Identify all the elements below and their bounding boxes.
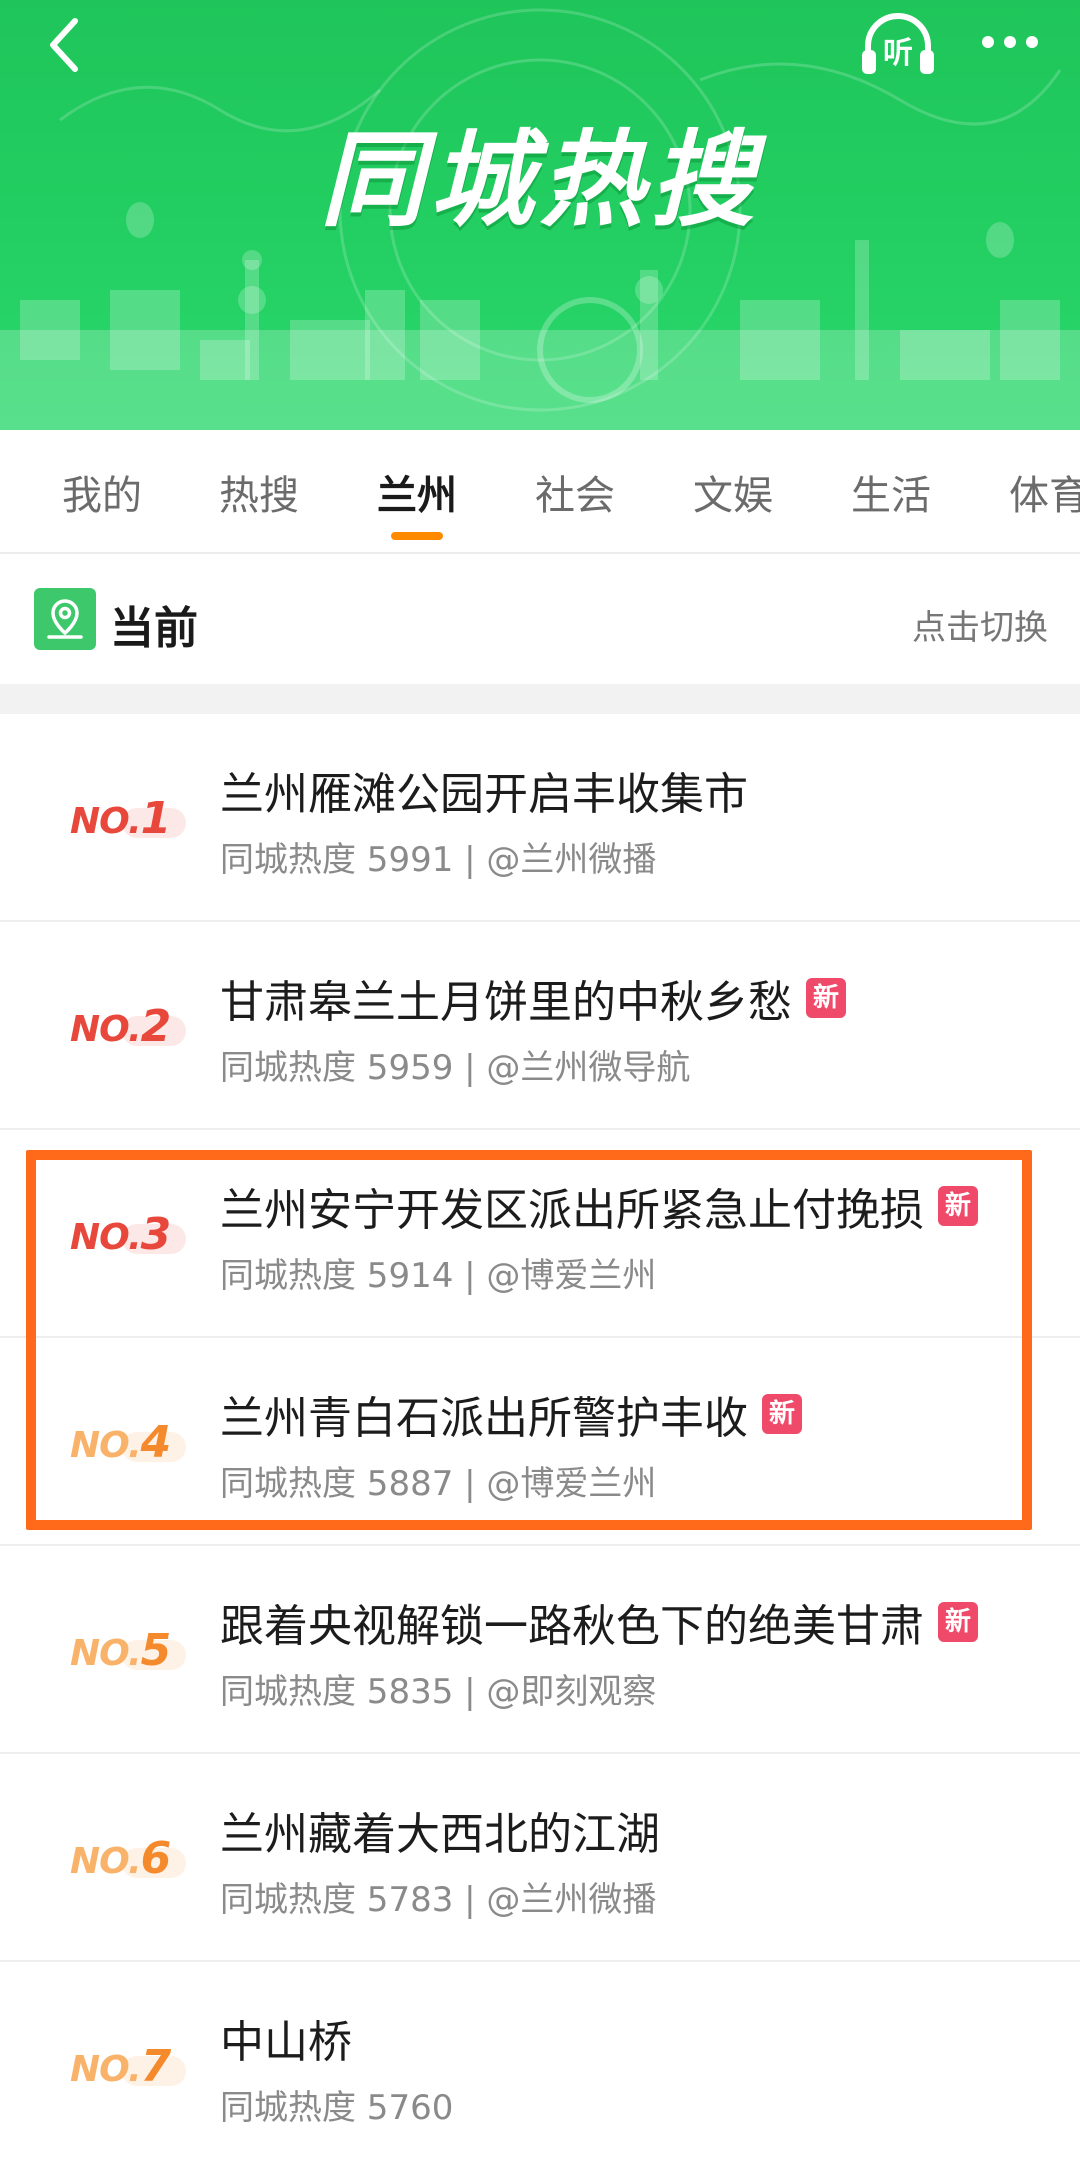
listen-label: 听 [883, 36, 913, 71]
list-item[interactable]: NO.2 甘肃皋兰土月饼里的中秋乡愁 新 同城热度 5959 | @兰州微导航 [0, 922, 1080, 1130]
rank-number: 7 [140, 2041, 172, 2092]
rank-label: NO.3 [70, 1208, 190, 1262]
rank-number: 6 [140, 1833, 172, 1884]
switch-location-link[interactable]: 点击切换 [912, 600, 1048, 649]
list-item[interactable]: NO.1 兰州雁滩公园开启丰收集市 同城热度 5991 | @兰州微播 [0, 714, 1080, 922]
rank-number: 4 [140, 1417, 172, 1468]
tab-lanzhou[interactable]: 兰州 [338, 430, 496, 552]
item-title: 兰州安宁开发区派出所紧急止付挽损 [220, 1185, 924, 1236]
rank-label: NO.1 [70, 792, 190, 846]
rank-prefix: NO. [70, 1633, 142, 1674]
page-title: 同城热搜 [319, 119, 760, 241]
new-badge: 新 [806, 978, 846, 1018]
rank-prefix: NO. [70, 801, 142, 842]
tab-entertainment[interactable]: 文娱 [654, 430, 812, 552]
rank-prefix: NO. [70, 1425, 142, 1466]
item-meta: 同城热度 5835 | @即刻观察 [220, 1672, 657, 1712]
rank-prefix: NO. [70, 1009, 142, 1050]
item-title: 中山桥 [220, 2017, 352, 2068]
location-label: 当前 [110, 603, 198, 654]
item-title-row: 兰州青白石派出所警护丰收 新 [220, 1382, 802, 1446]
tab-sports[interactable]: 体育 [970, 430, 1080, 552]
header-banner: 听 同城热搜 [0, 0, 1080, 430]
item-title-row: 兰州藏着大西北的江湖 [220, 1798, 660, 1862]
more-button[interactable] [970, 12, 1050, 72]
rank-label: NO.5 [70, 1624, 190, 1678]
rank-number: 5 [140, 1625, 172, 1676]
rank-number: 1 [140, 793, 172, 844]
list-item[interactable]: NO.3 兰州安宁开发区派出所紧急止付挽损 新 同城热度 5914 | @博爱兰… [0, 1130, 1080, 1338]
back-button[interactable] [30, 10, 100, 80]
item-title: 甘肃皋兰土月饼里的中秋乡愁 [220, 977, 792, 1028]
item-meta: 同城热度 5887 | @博爱兰州 [220, 1464, 657, 1504]
item-meta: 同城热度 5959 | @兰州微导航 [220, 1048, 691, 1088]
list-item[interactable]: NO.4 兰州青白石派出所警护丰收 新 同城热度 5887 | @博爱兰州 [0, 1338, 1080, 1546]
new-badge: 新 [938, 1602, 978, 1642]
rank-prefix: NO. [70, 1841, 142, 1882]
hot-search-list: NO.1 兰州雁滩公园开启丰收集市 同城热度 5991 | @兰州微播 NO.2… [0, 714, 1080, 2168]
tab-life[interactable]: 生活 [812, 430, 970, 552]
item-title-row: 跟着央视解锁一路秋色下的绝美甘肃 新 [220, 1590, 978, 1654]
rank-number: 3 [140, 1209, 172, 1260]
rank-label: NO.6 [70, 1832, 190, 1886]
tab-hot-search[interactable]: 热搜 [180, 430, 338, 552]
more-icon [982, 36, 1038, 48]
item-title: 跟着央视解锁一路秋色下的绝美甘肃 [220, 1601, 924, 1652]
location-pin-icon [34, 588, 96, 650]
item-title: 兰州雁滩公园开启丰收集市 [220, 769, 748, 820]
tab-society[interactable]: 社会 [496, 430, 654, 552]
back-icon [50, 18, 78, 72]
item-title: 兰州藏着大西北的江湖 [220, 1809, 660, 1860]
item-meta: 同城热度 5914 | @博爱兰州 [220, 1256, 657, 1296]
section-divider [0, 684, 1080, 714]
category-tabs: 我的 热搜 兰州 社会 文娱 生活 体育 [0, 430, 1080, 554]
rank-label: NO.4 [70, 1416, 190, 1470]
item-title-row: 甘肃皋兰土月饼里的中秋乡愁 新 [220, 966, 846, 1030]
rank-number: 2 [140, 1001, 172, 1052]
item-title: 兰州青白石派出所警护丰收 [220, 1393, 748, 1444]
new-badge: 新 [938, 1186, 978, 1226]
item-meta: 同城热度 5783 | @兰州微播 [220, 1880, 657, 1920]
rank-label: NO.2 [70, 1000, 190, 1054]
current-location-row: 当前 点击切换 [0, 556, 1080, 684]
item-title-row: 兰州雁滩公园开启丰收集市 [220, 758, 748, 822]
item-meta: 同城热度 5991 | @兰州微播 [220, 840, 657, 880]
item-meta: 同城热度 5760 [220, 2088, 454, 2128]
list-item[interactable]: NO.5 跟着央视解锁一路秋色下的绝美甘肃 新 同城热度 5835 | @即刻观… [0, 1546, 1080, 1754]
rank-label: NO.7 [70, 2040, 190, 2094]
list-item[interactable]: NO.6 兰州藏着大西北的江湖 同城热度 5783 | @兰州微播 [0, 1754, 1080, 1962]
rank-prefix: NO. [70, 2049, 142, 2090]
list-item[interactable]: NO.7 中山桥 同城热度 5760 [0, 1962, 1080, 2168]
tab-mine[interactable]: 我的 [0, 430, 180, 552]
rank-prefix: NO. [70, 1217, 142, 1258]
item-title-row: 兰州安宁开发区派出所紧急止付挽损 新 [220, 1174, 978, 1238]
new-badge: 新 [762, 1394, 802, 1434]
listen-button[interactable]: 听 [858, 10, 938, 80]
item-title-row: 中山桥 [220, 2006, 352, 2070]
